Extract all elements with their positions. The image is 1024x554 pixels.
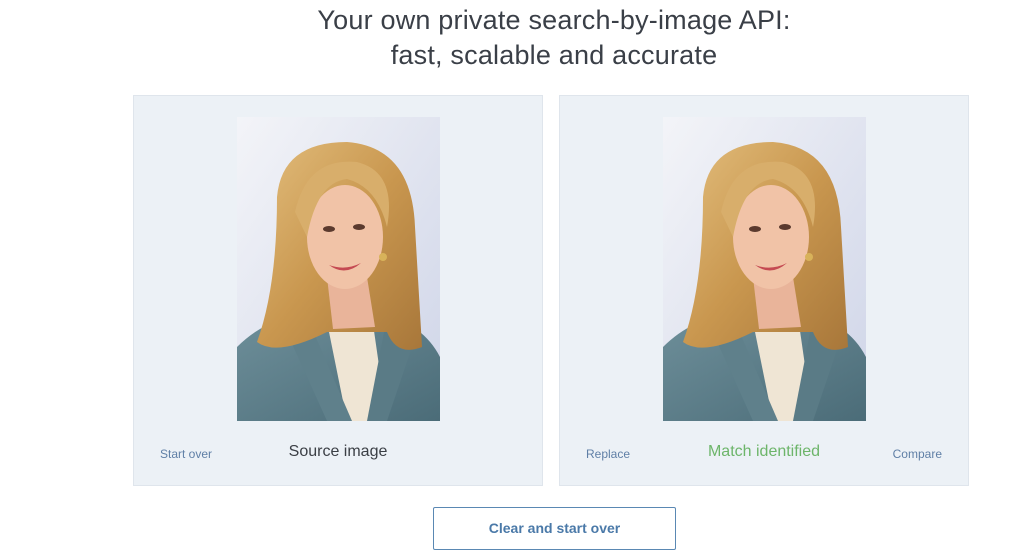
page-headline: Your own private search-by-image API: fa… xyxy=(0,3,1024,73)
source-panel-footer: Start over Source image xyxy=(134,442,542,466)
source-photo xyxy=(237,117,440,421)
compare-link[interactable]: Compare xyxy=(893,447,942,461)
source-image-label: Source image xyxy=(288,443,388,460)
match-panel-footer: Replace Match identified Compare xyxy=(560,442,968,466)
headline-line-1: Your own private search-by-image API: xyxy=(317,5,791,35)
match-photo xyxy=(663,117,866,421)
portrait-image xyxy=(237,117,440,421)
portrait-image xyxy=(663,117,866,421)
source-image-panel: Start over Source image xyxy=(133,95,543,486)
clear-and-start-over-button[interactable]: Clear and start over xyxy=(433,507,676,550)
match-panel: Replace Match identified Compare xyxy=(559,95,969,486)
headline-line-2: fast, scalable and accurate xyxy=(390,40,718,70)
page: Your own private search-by-image API: fa… xyxy=(0,0,1024,554)
